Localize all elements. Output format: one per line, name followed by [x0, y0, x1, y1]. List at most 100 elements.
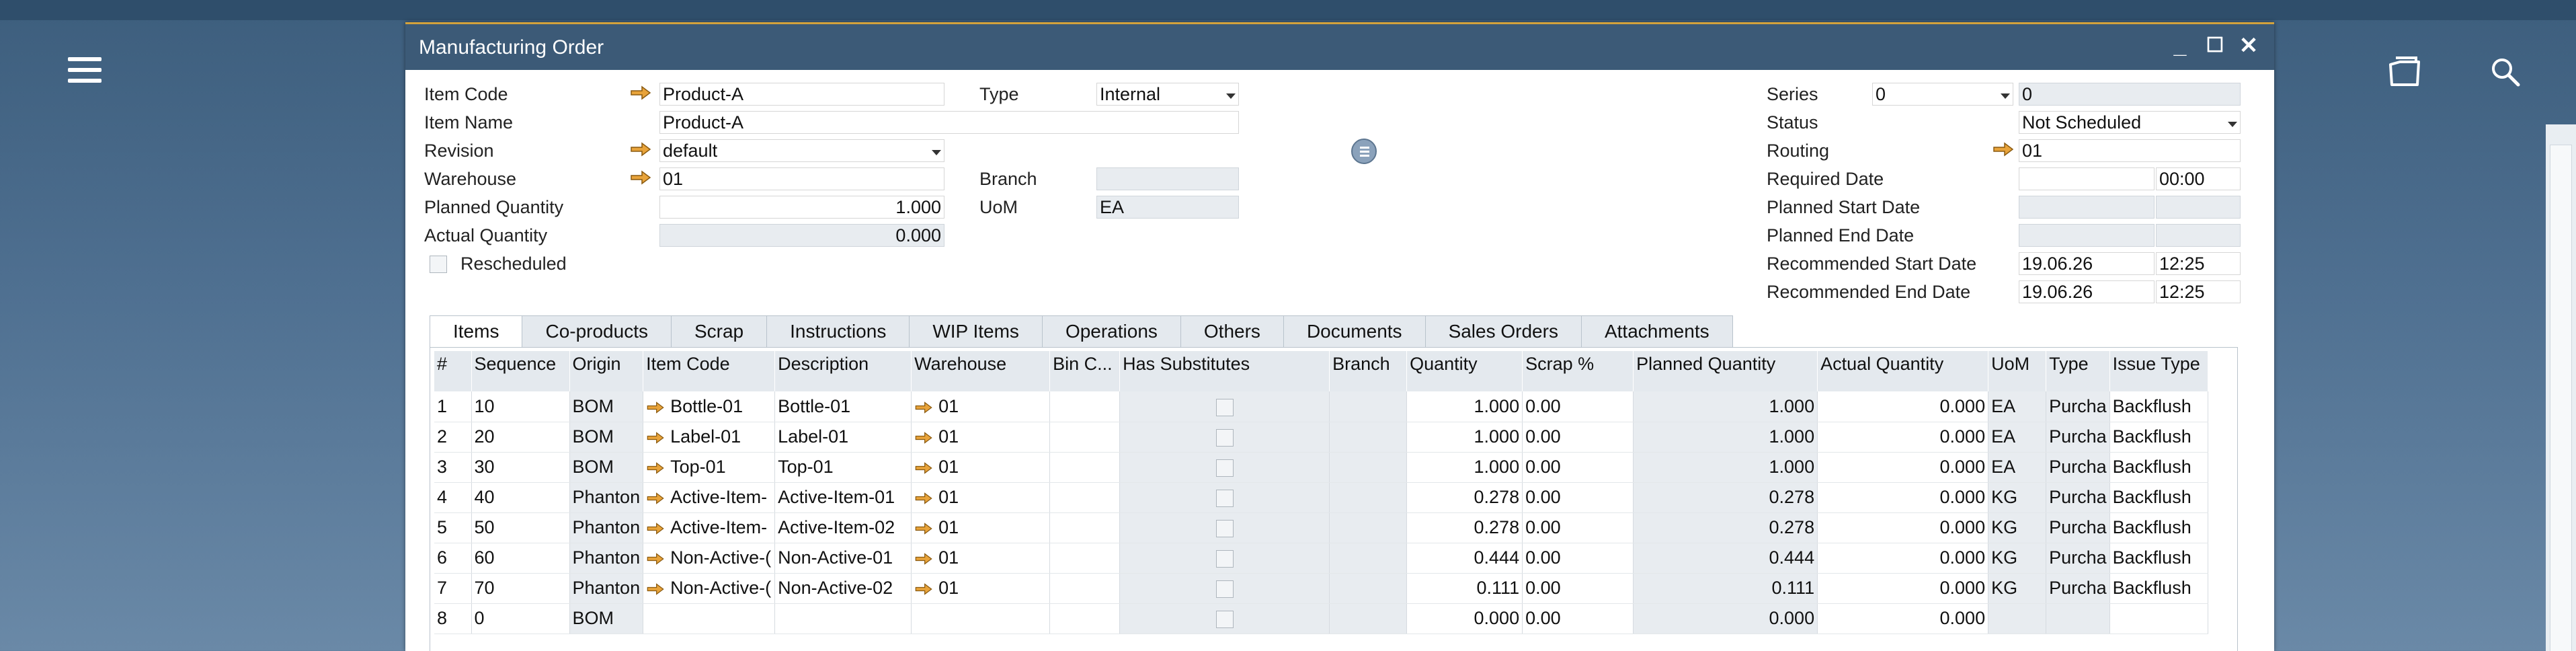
item-code-cell[interactable]: Non-Active-(: [643, 543, 776, 574]
column-header[interactable]: UoM: [1988, 351, 2047, 391]
has-substitutes-cell[interactable]: [1119, 482, 1330, 513]
substitutes-checkbox[interactable]: [1215, 459, 1234, 477]
quantity-cell[interactable]: 0.111: [1406, 573, 1523, 604]
item-code-cell[interactable]: Top-01: [643, 452, 776, 483]
tab-co-products[interactable]: Co-products: [522, 315, 672, 348]
has-substitutes-cell[interactable]: [1119, 573, 1330, 604]
table-row[interactable]: 5 50 Phanton Active-Item- Active-Item-02 01 0.…: [434, 512, 2208, 543]
table-row[interactable]: 8 0 BOM 0.000 0.00 0.000 0.000: [434, 603, 2208, 634]
column-header[interactable]: Origin: [569, 351, 644, 391]
item-code-cell[interactable]: Active-Item-: [643, 482, 776, 513]
issue-type-cell[interactable]: Backflush: [2109, 573, 2208, 604]
column-header[interactable]: Bin C...: [1049, 351, 1121, 391]
routing-field[interactable]: 01: [2019, 139, 2241, 162]
substitutes-checkbox[interactable]: [1215, 398, 1234, 416]
scrollbar-thumb[interactable]: [2550, 145, 2572, 651]
column-header[interactable]: Item Code: [643, 351, 776, 391]
required-time-field[interactable]: 00:00: [2156, 167, 2241, 190]
bin-location-cell[interactable]: [1049, 543, 1121, 574]
bin-location-cell[interactable]: [1049, 391, 1121, 422]
item-code-cell[interactable]: Bottle-01: [643, 391, 776, 422]
link-arrow-icon[interactable]: [914, 431, 933, 445]
table-row[interactable]: 2 20 BOM Label-01 Label-01 01 1.000 0.00 1.000 0.…: [434, 422, 2208, 453]
item-code-link-icon[interactable]: [630, 85, 651, 101]
warehouse-cell[interactable]: 01: [911, 573, 1051, 604]
description-cell[interactable]: Label-01: [774, 422, 912, 453]
sequence-cell[interactable]: 30: [471, 452, 570, 483]
rescheduled-checkbox[interactable]: [430, 256, 447, 273]
column-header[interactable]: #: [434, 351, 472, 391]
table-row[interactable]: 6 60 Phanton Non-Active-(Non-Active-01 01 0.4…: [434, 543, 2208, 574]
description-cell[interactable]: Non-Active-02: [774, 573, 912, 604]
tab-sales-orders[interactable]: Sales Orders: [1424, 315, 1582, 348]
planned-quantity-field[interactable]: 1.000: [659, 196, 944, 219]
tab-instructions[interactable]: Instructions: [766, 315, 910, 348]
column-header[interactable]: Sequence: [471, 351, 570, 391]
link-arrow-icon[interactable]: [646, 522, 665, 535]
recommended-end-date-field[interactable]: 19.06.26: [2019, 280, 2155, 303]
has-substitutes-cell[interactable]: [1119, 422, 1330, 453]
quantity-cell[interactable]: 1.000: [1406, 452, 1523, 483]
bin-location-cell[interactable]: [1049, 482, 1121, 513]
quantity-cell[interactable]: 1.000: [1406, 422, 1523, 453]
substitutes-checkbox[interactable]: [1215, 549, 1234, 568]
scrap-cell[interactable]: 0.00: [1522, 452, 1634, 483]
link-arrow-icon[interactable]: [914, 552, 933, 566]
link-arrow-icon[interactable]: [646, 461, 665, 475]
substitutes-checkbox[interactable]: [1215, 580, 1234, 598]
list-icon[interactable]: [1351, 139, 1377, 164]
description-cell[interactable]: Non-Active-01: [774, 543, 912, 574]
item-code-cell[interactable]: Active-Item-: [643, 512, 776, 543]
type-dropdown[interactable]: Internal: [1096, 83, 1239, 106]
scrap-cell[interactable]: 0.00: [1522, 573, 1634, 604]
column-header[interactable]: Issue Type: [2109, 351, 2208, 391]
maximize-button[interactable]: ☐: [2202, 32, 2228, 59]
column-header[interactable]: Scrap %: [1522, 351, 1634, 391]
description-cell[interactable]: Top-01: [774, 452, 912, 483]
link-arrow-icon[interactable]: [914, 401, 933, 414]
warehouse-cell[interactable]: 01: [911, 391, 1051, 422]
scrap-cell[interactable]: 0.00: [1522, 422, 1634, 453]
link-arrow-icon[interactable]: [646, 552, 665, 566]
sequence-cell[interactable]: 50: [471, 512, 570, 543]
link-arrow-icon[interactable]: [646, 582, 665, 596]
status-dropdown[interactable]: Not Scheduled: [2019, 111, 2241, 134]
scrap-cell[interactable]: 0.00: [1522, 603, 1634, 634]
search-icon[interactable]: [2487, 55, 2525, 90]
column-header[interactable]: Branch: [1329, 351, 1408, 391]
warehouse-cell[interactable]: 01: [911, 482, 1051, 513]
quantity-cell[interactable]: 0.444: [1406, 543, 1523, 574]
column-header[interactable]: Planned Quantity: [1633, 351, 1818, 391]
warehouse-field[interactable]: 01: [659, 167, 944, 190]
scrap-cell[interactable]: 0.00: [1522, 391, 1634, 422]
bin-location-cell[interactable]: [1049, 512, 1121, 543]
column-header[interactable]: Quantity: [1406, 351, 1523, 391]
warehouse-cell[interactable]: [911, 603, 1051, 634]
issue-type-cell[interactable]: Backflush: [2109, 543, 2208, 574]
warehouse-cell[interactable]: 01: [911, 452, 1051, 483]
item-code-cell[interactable]: Label-01: [643, 422, 776, 453]
bin-location-cell[interactable]: [1049, 452, 1121, 483]
quantity-cell[interactable]: 1.000: [1406, 391, 1523, 422]
quantity-cell[interactable]: 0.278: [1406, 482, 1523, 513]
sequence-cell[interactable]: 60: [471, 543, 570, 574]
column-header[interactable]: Actual Quantity: [1817, 351, 1989, 391]
tab-items[interactable]: Items: [430, 315, 523, 349]
bin-location-cell[interactable]: [1049, 573, 1121, 604]
item-name-field[interactable]: Product-A: [659, 111, 1239, 134]
table-row[interactable]: 7 70 Phanton Non-Active-(Non-Active-02 01 0.1…: [434, 573, 2208, 604]
link-arrow-icon[interactable]: [646, 492, 665, 505]
link-arrow-icon[interactable]: [914, 522, 933, 535]
item-code-cell[interactable]: Non-Active-(: [643, 573, 776, 604]
has-substitutes-cell[interactable]: [1119, 603, 1330, 634]
sequence-cell[interactable]: 20: [471, 422, 570, 453]
series-dropdown[interactable]: 0: [1872, 83, 2013, 106]
issue-type-cell[interactable]: Backflush: [2109, 391, 2208, 422]
table-row[interactable]: 4 40 Phanton Active-Item- Active-Item-01 01 0.…: [434, 482, 2208, 513]
warehouse-link-icon[interactable]: [630, 169, 651, 186]
link-arrow-icon[interactable]: [646, 401, 665, 414]
tab-wip-items[interactable]: WIP Items: [909, 315, 1043, 348]
scrap-cell[interactable]: 0.00: [1522, 512, 1634, 543]
revision-link-icon[interactable]: [630, 141, 651, 157]
substitutes-checkbox[interactable]: [1215, 519, 1234, 537]
